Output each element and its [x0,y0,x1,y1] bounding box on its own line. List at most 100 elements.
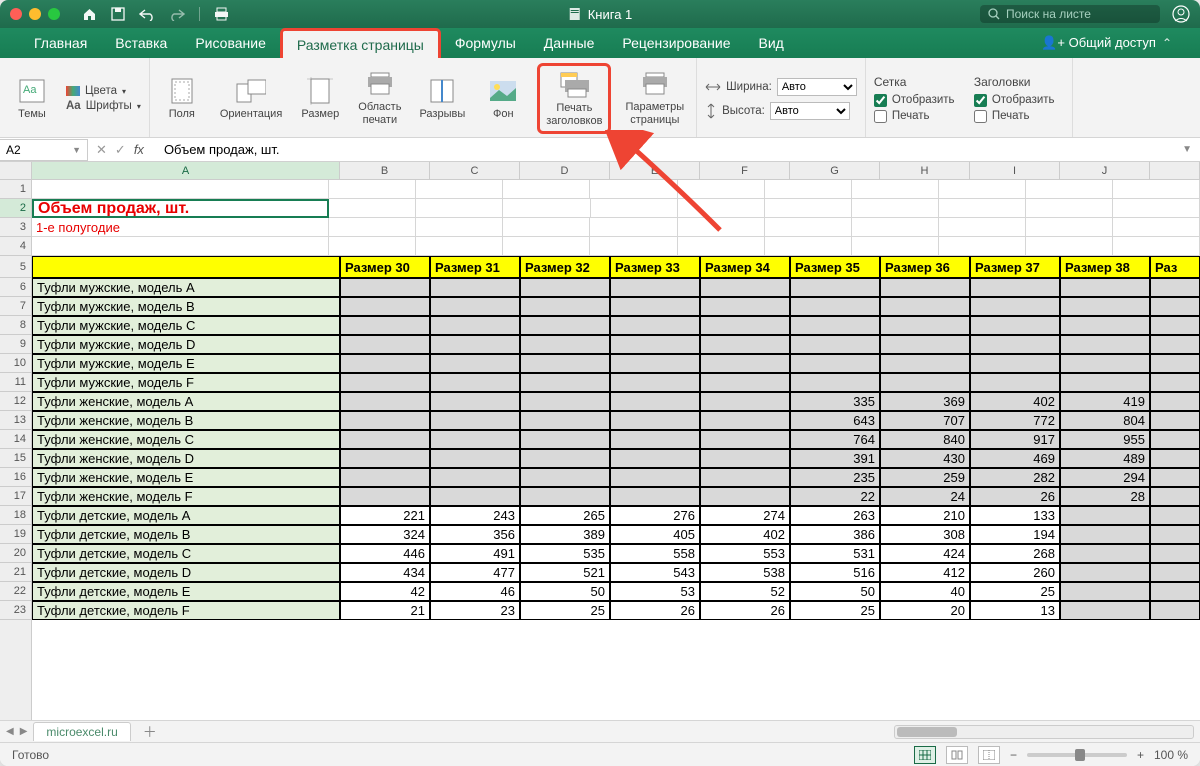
column-header-E[interactable]: E [610,162,700,179]
cell[interactable] [520,278,610,297]
cell[interactable] [790,354,880,373]
column-header-B[interactable]: B [340,162,430,179]
cell[interactable] [970,297,1060,316]
cell[interactable] [520,335,610,354]
zoom-in-button[interactable]: + [1137,748,1144,762]
cell[interactable]: 516 [790,563,880,582]
cell[interactable]: 265 [520,506,610,525]
cell[interactable] [1060,373,1150,392]
cell[interactable]: 40 [880,582,970,601]
cell[interactable] [610,468,700,487]
cell[interactable] [1060,316,1150,335]
cell[interactable] [520,297,610,316]
cell[interactable] [1150,601,1200,620]
cell[interactable] [329,237,416,256]
cell[interactable] [329,199,416,218]
row-header-22[interactable]: 22 [0,582,31,601]
cell[interactable]: 538 [700,563,790,582]
row-header-19[interactable]: 19 [0,525,31,544]
cell[interactable] [520,430,610,449]
cell[interactable]: 917 [970,430,1060,449]
cell[interactable] [610,335,700,354]
cell[interactable]: Размер 38 [1060,256,1150,278]
cell[interactable]: 643 [790,411,880,430]
cell[interactable]: 25 [790,601,880,620]
cell[interactable]: 53 [610,582,700,601]
row-header-21[interactable]: 21 [0,563,31,582]
cell[interactable]: Размер 30 [340,256,430,278]
cell[interactable] [1060,354,1150,373]
cell[interactable]: 210 [880,506,970,525]
cell[interactable]: 21 [340,601,430,620]
cell[interactable] [430,316,520,335]
cell[interactable] [790,316,880,335]
cell[interactable] [939,218,1026,237]
cell[interactable]: Размер 34 [700,256,790,278]
cell[interactable]: 22 [790,487,880,506]
cell[interactable] [700,487,790,506]
cell[interactable] [610,297,700,316]
cell[interactable]: Туфли мужские, модель B [32,297,340,316]
breaks-button[interactable]: Разрывы [415,75,469,123]
cell[interactable]: 553 [700,544,790,563]
cell[interactable] [852,237,939,256]
cell[interactable]: 260 [970,563,1060,582]
row-header-16[interactable]: 16 [0,468,31,487]
sheet-nav-next[interactable]: ▶ [20,726,28,737]
cell[interactable]: 24 [880,487,970,506]
row-header-10[interactable]: 10 [0,354,31,373]
cell[interactable]: Туфли мужские, модель E [32,354,340,373]
column-header-D[interactable]: D [520,162,610,179]
save-icon[interactable] [111,7,125,21]
print-area-button[interactable]: Область печати [354,68,405,128]
cell[interactable] [430,487,520,506]
cell[interactable]: 391 [790,449,880,468]
share-button[interactable]: 👤+ Общий доступ [1041,35,1156,51]
cell[interactable] [416,180,503,199]
cell[interactable]: Размер 32 [520,256,610,278]
cell[interactable]: Раз [1150,256,1200,278]
cell[interactable]: 133 [970,506,1060,525]
cell[interactable] [700,411,790,430]
cell[interactable] [880,373,970,392]
cell[interactable] [591,199,678,218]
cell[interactable] [1060,563,1150,582]
cell[interactable]: 489 [1060,449,1150,468]
tab-review[interactable]: Рецензирование [608,28,744,58]
row-header-4[interactable]: 4 [0,237,31,256]
cell[interactable] [430,373,520,392]
cell[interactable] [678,199,765,218]
maximize-window-button[interactable] [48,8,60,20]
cell[interactable]: 402 [700,525,790,544]
horizontal-scrollbar[interactable] [894,725,1194,739]
formula-input[interactable] [158,142,1174,157]
cell[interactable] [1150,354,1200,373]
cell[interactable] [765,180,852,199]
cell[interactable]: Размер 33 [610,256,700,278]
cell[interactable] [610,373,700,392]
cell[interactable]: Туфли женские, модель F [32,487,340,506]
cell[interactable]: 28 [1060,487,1150,506]
tab-insert[interactable]: Вставка [101,28,181,58]
cell[interactable]: 386 [790,525,880,544]
cell[interactable]: 543 [610,563,700,582]
cell[interactable]: 243 [430,506,520,525]
cell[interactable]: Туфли женские, модель A [32,392,340,411]
cell[interactable] [1026,218,1113,237]
cell[interactable] [1150,316,1200,335]
close-window-button[interactable] [10,8,22,20]
row-header-13[interactable]: 13 [0,411,31,430]
cell[interactable] [340,316,430,335]
column-header-H[interactable]: H [880,162,970,179]
cell[interactable] [340,278,430,297]
cell[interactable] [790,373,880,392]
themes-button[interactable]: Aa Темы [8,75,56,123]
cell[interactable]: 20 [880,601,970,620]
cell[interactable] [1150,525,1200,544]
cell[interactable]: 294 [1060,468,1150,487]
collapse-ribbon-button[interactable]: ⌃ [1162,36,1172,50]
cell[interactable] [430,392,520,411]
cell[interactable]: 369 [880,392,970,411]
cell[interactable] [1060,525,1150,544]
grid-print-checkbox[interactable]: Печать [874,110,964,123]
